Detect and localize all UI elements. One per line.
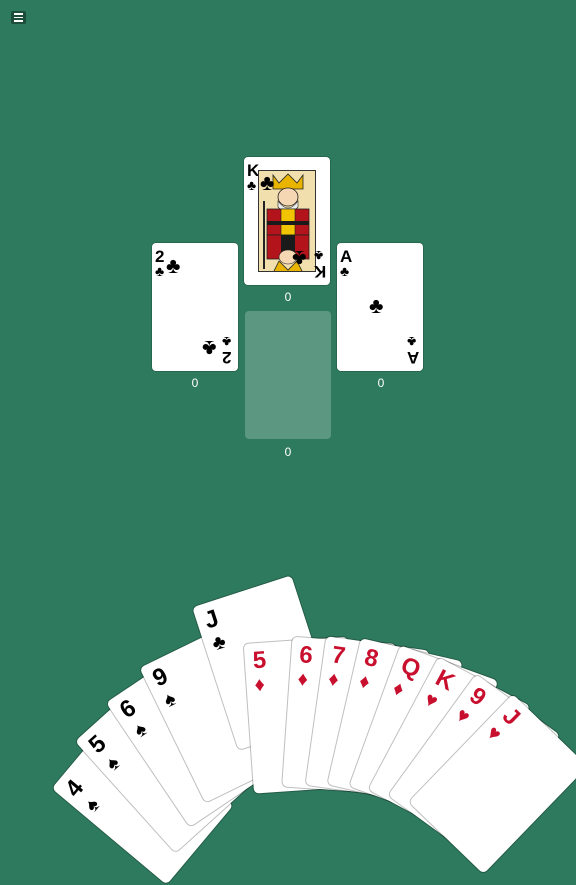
- hand-card-rank: 5: [251, 646, 268, 675]
- spade-icon: ♠: [160, 687, 180, 713]
- spade-icon: ♠: [80, 794, 105, 817]
- hand-card-rank: 7: [329, 641, 347, 670]
- diamond-icon: ♦: [389, 677, 407, 702]
- hand-card-rank: 6: [298, 641, 314, 670]
- heart-icon: ♥: [420, 688, 442, 714]
- heart-icon: ♥: [451, 703, 474, 729]
- heart-icon: ♥: [481, 721, 506, 746]
- player-hand: 4 ♠ 5 ♠ 6 ♠ 9 ♠ J ♣ 5 ♦ 6 ♦ 7 ♦ 8 ♦ Q ♦ K ♥ 9 ♥ J ♥: [0, 0, 576, 885]
- spade-icon: ♠: [129, 718, 152, 743]
- hand-card-rank: J: [201, 604, 223, 635]
- diamond-icon: ♦: [356, 670, 372, 694]
- club-icon: ♣: [209, 630, 229, 656]
- spade-icon: ♠: [101, 751, 125, 776]
- hand-card-rank: 8: [361, 643, 381, 674]
- diamond-icon: ♦: [326, 668, 341, 692]
- diamond-icon: ♦: [253, 673, 266, 697]
- diamond-icon: ♦: [296, 668, 309, 691]
